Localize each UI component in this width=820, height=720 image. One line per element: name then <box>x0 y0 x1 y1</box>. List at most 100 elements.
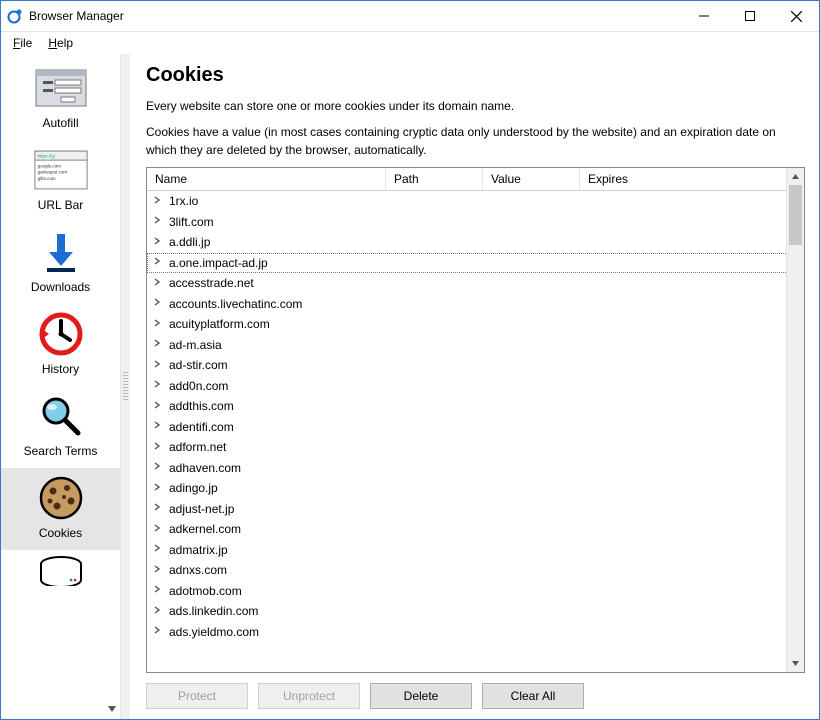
unprotect-button[interactable]: Unprotect <box>258 683 360 709</box>
chevron-right-icon <box>153 401 165 412</box>
scroll-up-icon[interactable] <box>787 168 804 185</box>
table-row[interactable]: add0n.com <box>147 376 804 397</box>
row-domain: accesstrade.net <box>169 276 254 290</box>
row-domain: a.one.impact-ad.jp <box>169 256 268 270</box>
sidebar-item-downloads[interactable]: Downloads <box>1 222 120 304</box>
chevron-right-icon <box>153 237 165 248</box>
autofill-icon <box>34 64 88 112</box>
svg-text:gamespot.com: gamespot.com <box>37 170 67 175</box>
storage-icon <box>34 556 88 586</box>
cookies-table: Name Path Value Expires 1rx.io 3lift.com a… <box>146 167 805 673</box>
table-row[interactable]: adkernel.com <box>147 519 804 540</box>
chevron-right-icon <box>153 503 165 514</box>
close-button[interactable] <box>773 1 819 31</box>
table-row[interactable]: a.ddli.jp <box>147 232 804 253</box>
chevron-right-icon <box>153 319 165 330</box>
chevron-right-icon <box>153 483 165 494</box>
row-domain: addthis.com <box>169 399 234 413</box>
table-row[interactable]: addthis.com <box>147 396 804 417</box>
sidebar-item-storage[interactable] <box>1 550 120 586</box>
table-row[interactable]: ads.yieldmo.com <box>147 622 804 643</box>
row-domain: ad-m.asia <box>169 338 222 352</box>
row-domain: adkernel.com <box>169 522 241 536</box>
col-expires[interactable]: Expires <box>580 168 804 190</box>
table-row[interactable]: ad-m.asia <box>147 335 804 356</box>
table-row[interactable]: ad-stir.com <box>147 355 804 376</box>
sidebar-scroll-down[interactable] <box>106 703 118 715</box>
chevron-right-icon <box>153 360 165 371</box>
sidebar-item-url-bar[interactable]: https://g| google.com gamespot.com gifts… <box>1 140 120 222</box>
history-icon <box>34 310 88 358</box>
table-body: 1rx.io 3lift.com a.ddli.jp a.one.impact-ad.… <box>147 191 804 672</box>
chevron-right-icon <box>153 585 165 596</box>
row-domain: adingo.jp <box>169 481 218 495</box>
table-row[interactable]: ads.linkedin.com <box>147 601 804 622</box>
row-domain: adform.net <box>169 440 226 454</box>
table-row[interactable]: accesstrade.net <box>147 273 804 294</box>
col-name[interactable]: Name <box>147 168 386 190</box>
sidebar-item-history[interactable]: History <box>1 304 120 386</box>
page-desc-2: Cookies have a value (in most cases cont… <box>146 123 805 159</box>
table-row[interactable]: adotmob.com <box>147 581 804 602</box>
chevron-right-icon <box>153 339 165 350</box>
table-row[interactable]: a.one.impact-ad.jp <box>147 253 804 274</box>
table-row[interactable]: acuityplatform.com <box>147 314 804 335</box>
row-domain: adhaven.com <box>169 461 241 475</box>
minimize-button[interactable] <box>681 1 727 31</box>
chevron-right-icon <box>153 278 165 289</box>
table-row[interactable]: admatrix.jp <box>147 540 804 561</box>
table-row[interactable]: adingo.jp <box>147 478 804 499</box>
titlebar: Browser Manager <box>1 1 819 32</box>
sidebar-item-search-terms[interactable]: Search Terms <box>1 386 120 468</box>
menubar: File Help <box>1 32 819 54</box>
chevron-right-icon <box>153 524 165 535</box>
sidebar-item-autofill[interactable]: Autofill <box>1 58 120 140</box>
row-domain: 3lift.com <box>169 215 214 229</box>
vertical-scrollbar[interactable] <box>786 168 804 672</box>
downloads-icon <box>34 228 88 276</box>
sidebar-item-cookies[interactable]: Cookies <box>1 468 120 550</box>
splitter[interactable] <box>121 54 130 719</box>
sidebar-item-label: Autofill <box>42 116 78 130</box>
cookie-icon <box>34 474 88 522</box>
menu-help[interactable]: Help <box>40 34 81 52</box>
table-row[interactable]: adform.net <box>147 437 804 458</box>
search-icon <box>34 392 88 440</box>
chevron-right-icon <box>153 462 165 473</box>
chevron-right-icon <box>153 626 165 637</box>
sidebar-item-label: Cookies <box>39 526 82 540</box>
table-row[interactable]: adnxs.com <box>147 560 804 581</box>
table-row[interactable]: 1rx.io <box>147 191 804 212</box>
row-domain: adjust-net.jp <box>169 502 234 516</box>
clear-all-button[interactable]: Clear All <box>482 683 584 709</box>
chevron-right-icon <box>153 380 165 391</box>
table-row[interactable]: adjust-net.jp <box>147 499 804 520</box>
col-value[interactable]: Value <box>483 168 580 190</box>
sidebar-item-label: URL Bar <box>38 198 84 212</box>
row-domain: ads.linkedin.com <box>169 604 258 618</box>
app-icon <box>7 8 23 24</box>
page-desc-1: Every website can store one or more cook… <box>146 97 805 115</box>
table-row[interactable]: adhaven.com <box>147 458 804 479</box>
row-domain: 1rx.io <box>169 194 198 208</box>
row-domain: accounts.livechatinc.com <box>169 297 302 311</box>
maximize-button[interactable] <box>727 1 773 31</box>
row-domain: acuityplatform.com <box>169 317 270 331</box>
scroll-down-icon[interactable] <box>787 655 804 672</box>
content-pane: Cookies Every website can store one or m… <box>130 54 819 719</box>
table-row[interactable]: 3lift.com <box>147 212 804 233</box>
menu-file[interactable]: File <box>5 34 40 52</box>
col-path[interactable]: Path <box>386 168 483 190</box>
row-domain: ad-stir.com <box>169 358 228 372</box>
row-domain: adentifi.com <box>169 420 234 434</box>
delete-button[interactable]: Delete <box>370 683 472 709</box>
table-row[interactable]: accounts.livechatinc.com <box>147 294 804 315</box>
menu-file-rest: ile <box>20 36 32 50</box>
sidebar: Autofill https://g| google.com gamespot.… <box>1 54 121 719</box>
scroll-thumb[interactable] <box>789 185 802 245</box>
table-row[interactable]: adentifi.com <box>147 417 804 438</box>
protect-button[interactable]: Protect <box>146 683 248 709</box>
row-domain: adotmob.com <box>169 584 242 598</box>
chevron-right-icon <box>153 298 165 309</box>
chevron-right-icon <box>153 565 165 576</box>
